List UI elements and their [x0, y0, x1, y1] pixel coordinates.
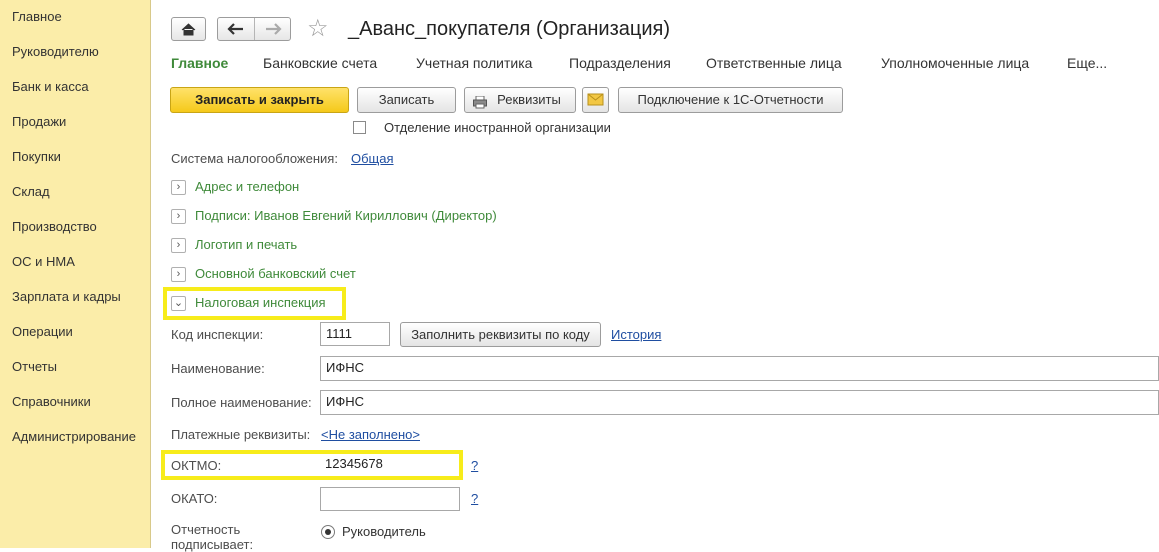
- connect-1c-reporting-button[interactable]: Подключение к 1С-Отчетности: [618, 87, 843, 113]
- okato-input[interactable]: [320, 487, 460, 511]
- sidebar-item-sales[interactable]: Продажи: [12, 114, 66, 129]
- star-icon[interactable]: ☆: [307, 15, 329, 43]
- tax-system-label: Система налогообложения:: [171, 151, 338, 166]
- full-name-input[interactable]: ИФНС: [320, 390, 1159, 415]
- send-mail-button[interactable]: [582, 87, 609, 113]
- oktmo-input[interactable]: 12345678: [320, 454, 458, 476]
- full-name-label: Полное наименование:: [171, 395, 312, 410]
- chevron-right-icon: ›: [171, 209, 186, 224]
- sidebar-item-salary[interactable]: Зарплата и кадры: [12, 289, 121, 304]
- sidebar-item-main[interactable]: Главное: [12, 9, 62, 24]
- inspection-code-input[interactable]: 1111: [320, 322, 390, 346]
- main-form: ☆ _Аванс_покупателя (Организация) Главно…: [151, 0, 1159, 552]
- forward-button[interactable]: [255, 18, 291, 40]
- okato-help-icon[interactable]: ?: [471, 491, 478, 506]
- foreign-branch-checkbox[interactable]: [353, 121, 366, 134]
- sidebar-item-purchases[interactable]: Покупки: [12, 149, 61, 164]
- group-label: Основной банковский счет: [195, 266, 356, 281]
- tab-responsible[interactable]: Ответственные лица: [706, 55, 842, 71]
- sidebar-item-catalogs[interactable]: Справочники: [12, 394, 91, 409]
- requisites-label: Реквизиты: [497, 92, 561, 107]
- save-button[interactable]: Записать: [357, 87, 456, 113]
- sidebar-item-manager[interactable]: Руководителю: [12, 44, 99, 59]
- name-input[interactable]: ИФНС: [320, 356, 1159, 381]
- tab-authorized[interactable]: Уполномоченные лица: [881, 55, 1029, 71]
- fill-by-code-button[interactable]: Заполнить реквизиты по коду: [400, 322, 601, 347]
- name-label: Наименование:: [171, 361, 265, 376]
- group-label: Адрес и телефон: [195, 179, 300, 194]
- okato-label: ОКАТО:: [171, 491, 218, 506]
- envelope-icon: [587, 93, 604, 106]
- printer-icon: [473, 93, 487, 109]
- sidebar-item-production[interactable]: Производство: [12, 219, 97, 234]
- save-and-close-button[interactable]: Записать и закрыть: [170, 87, 349, 113]
- tab-main[interactable]: Главное: [171, 55, 228, 71]
- back-button[interactable]: [218, 18, 255, 40]
- payment-requisites-link[interactable]: <Не заполнено>: [321, 427, 420, 442]
- signer-option-label: Руководитель: [342, 524, 426, 539]
- tab-departments[interactable]: Подразделения: [569, 55, 671, 71]
- home-icon: [181, 23, 196, 36]
- history-link[interactable]: История: [611, 327, 661, 342]
- sidebar-item-bank[interactable]: Банк и касса: [12, 79, 89, 94]
- tab-bank-accounts[interactable]: Банковские счета: [263, 55, 377, 71]
- group-label: Подписи: Иванов Евгений Кириллович (Дире…: [195, 208, 497, 223]
- arrow-left-icon: [227, 23, 243, 35]
- nav-history-group: [217, 17, 291, 41]
- signer-radio-manager[interactable]: [321, 525, 335, 539]
- sidebar-item-reports[interactable]: Отчеты: [12, 359, 57, 374]
- requisites-button[interactable]: Реквизиты: [464, 87, 576, 113]
- sidebar-item-warehouse[interactable]: Склад: [12, 184, 50, 199]
- sidebar-item-fixed-assets[interactable]: ОС и НМА: [12, 254, 75, 269]
- chevron-right-icon: ›: [171, 180, 186, 195]
- arrow-right-icon: [266, 23, 282, 35]
- tab-accounting-policy[interactable]: Учетная политика: [416, 55, 532, 71]
- oktmo-label: ОКТМО:: [171, 458, 222, 473]
- sidebar-item-operations[interactable]: Операции: [12, 324, 73, 339]
- chevron-right-icon: ›: [171, 267, 186, 282]
- payment-requisites-label: Платежные реквизиты:: [171, 427, 311, 442]
- sidebar-item-administration[interactable]: Администрирование: [12, 429, 136, 444]
- page-title: _Аванс_покупателя (Организация): [348, 18, 670, 40]
- foreign-branch-label: Отделение иностранной организации: [384, 120, 611, 135]
- sidebar: Главное Руководителю Банк и касса Продаж…: [0, 0, 151, 548]
- chevron-down-icon: ⌄: [171, 296, 186, 311]
- tax-system-link[interactable]: Общая: [351, 151, 394, 166]
- home-button[interactable]: [171, 17, 206, 41]
- inspection-code-label: Код инспекции:: [171, 327, 264, 342]
- group-label: Логотип и печать: [195, 237, 298, 252]
- chevron-right-icon: ›: [171, 238, 186, 253]
- tab-more[interactable]: Еще...: [1067, 55, 1107, 71]
- group-label: Налоговая инспекция: [195, 295, 326, 310]
- oktmo-help-icon[interactable]: ?: [471, 458, 478, 473]
